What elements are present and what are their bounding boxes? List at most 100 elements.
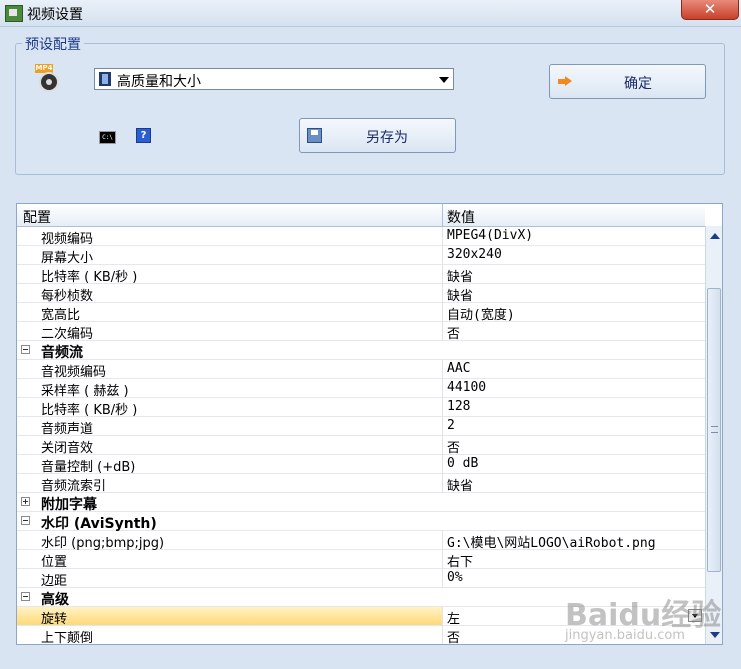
preset-select[interactable]: 高质量和大小 bbox=[94, 68, 454, 90]
cell-divider bbox=[442, 436, 443, 455]
preset-group-legend: 预设配置 bbox=[22, 34, 84, 54]
property-row[interactable]: 水印 (png;bmp;jpg) G:\模电\网站LOGO\aiRobot.png bbox=[17, 531, 705, 551]
collapse-icon[interactable] bbox=[21, 516, 30, 525]
save-as-button-label: 另存为 bbox=[366, 130, 408, 146]
property-row[interactable]: 音量控制 (+dB) 0 dB bbox=[17, 455, 705, 475]
category-row[interactable]: 水印 (AviSynth) bbox=[17, 512, 705, 532]
property-name: 音频流索引 bbox=[41, 479, 107, 494]
property-row[interactable]: 屏幕大小 320x240 bbox=[17, 246, 705, 266]
property-name: 上下颠倒 bbox=[41, 631, 94, 645]
close-button[interactable]: ✕ bbox=[681, 0, 739, 20]
cell-divider bbox=[442, 360, 443, 379]
property-value[interactable]: MPEG4(DivX) bbox=[447, 228, 533, 243]
column-header-config[interactable]: 配置 bbox=[23, 207, 51, 227]
category-label: 水印 (AviSynth) bbox=[41, 516, 157, 532]
category-row[interactable]: 音频流 bbox=[17, 341, 705, 361]
property-value[interactable]: 2 bbox=[447, 418, 455, 433]
cell-divider bbox=[442, 531, 443, 550]
cell-divider bbox=[442, 303, 443, 322]
cell-divider bbox=[442, 398, 443, 417]
cell-divider bbox=[442, 265, 443, 284]
ok-button[interactable]: 确定 bbox=[549, 64, 706, 99]
property-value[interactable]: 缺省 bbox=[447, 285, 473, 304]
app-icon bbox=[5, 5, 23, 22]
property-row[interactable]: 比特率 ( KB/秒 ) 缺省 bbox=[17, 265, 705, 285]
property-value[interactable]: G:\模电\网站LOGO\aiRobot.png bbox=[447, 532, 656, 551]
property-value[interactable]: 缺省 bbox=[447, 475, 473, 494]
property-row[interactable]: 视频编码 MPEG4(DivX) bbox=[17, 227, 705, 247]
property-value[interactable]: 0% bbox=[447, 570, 463, 585]
cell-divider bbox=[442, 227, 443, 246]
property-row[interactable]: 音频声道 2 bbox=[17, 417, 705, 437]
preset-group bbox=[15, 43, 725, 175]
command-prompt-icon[interactable]: C:\ bbox=[99, 131, 116, 144]
cell-divider bbox=[442, 474, 443, 493]
property-name: 采样率 ( 赫兹 ) bbox=[41, 384, 129, 399]
scrollbar-thumb[interactable] bbox=[707, 288, 721, 572]
property-name: 每秒桢数 bbox=[41, 289, 94, 304]
expand-icon[interactable] bbox=[21, 497, 30, 506]
collapse-icon[interactable] bbox=[21, 345, 30, 354]
property-name: 位置 bbox=[41, 555, 68, 570]
property-value[interactable]: 否 bbox=[447, 323, 460, 342]
cell-divider bbox=[442, 569, 443, 588]
category-label: 高级 bbox=[41, 592, 69, 608]
property-value[interactable]: 128 bbox=[447, 399, 470, 414]
property-value[interactable]: 44100 bbox=[447, 380, 486, 395]
property-name: 关闭音效 bbox=[41, 441, 94, 456]
property-value[interactable]: AAC bbox=[447, 361, 470, 376]
vertical-scrollbar[interactable] bbox=[705, 226, 722, 644]
collapse-icon[interactable] bbox=[21, 592, 30, 601]
property-name: 比特率 ( KB/秒 ) bbox=[41, 270, 138, 285]
property-name: 比特率 ( KB/秒 ) bbox=[41, 403, 138, 418]
help-icon[interactable]: ? bbox=[136, 128, 151, 143]
scroll-up-icon[interactable] bbox=[710, 233, 720, 239]
save-as-button[interactable]: 另存为 bbox=[299, 118, 456, 153]
property-value[interactable]: 右下 bbox=[447, 551, 473, 570]
category-label: 附加字幕 bbox=[41, 497, 97, 513]
property-name: 宽高比 bbox=[41, 308, 81, 323]
property-value[interactable]: 自动(宽度) bbox=[447, 304, 515, 323]
column-header-value[interactable]: 数值 bbox=[447, 207, 475, 227]
property-name: 视频编码 bbox=[41, 232, 94, 247]
property-row[interactable]: 边距 0% bbox=[17, 569, 705, 589]
preset-select-value: 高质量和大小 bbox=[117, 74, 201, 90]
property-row[interactable]: 位置 右下 bbox=[17, 550, 705, 570]
category-row[interactable]: 附加字幕 bbox=[17, 493, 705, 513]
grid-rows: 视频编码 MPEG4(DivX) 屏幕大小 320x240 比特率 ( KB/秒 ) 缺省… bbox=[17, 227, 705, 645]
property-name: 音视频编码 bbox=[41, 365, 107, 380]
column-divider[interactable] bbox=[442, 204, 443, 226]
property-row[interactable]: 关闭音效 否 bbox=[17, 436, 705, 456]
property-row[interactable]: 音频流索引 缺省 bbox=[17, 474, 705, 494]
property-row[interactable]: 每秒桢数 缺省 bbox=[17, 284, 705, 304]
save-disk-icon bbox=[307, 128, 322, 143]
property-name: 二次编码 bbox=[41, 327, 94, 342]
baidu-watermark: Baidu经验 jingyan.baidu.com bbox=[565, 590, 735, 650]
property-value[interactable]: 0 dB bbox=[447, 456, 478, 471]
grid-header: 配置 数值 bbox=[17, 204, 705, 227]
property-row[interactable]: 比特率 ( KB/秒 ) 128 bbox=[17, 398, 705, 418]
property-row[interactable]: 音视频编码 AAC bbox=[17, 360, 705, 380]
property-value[interactable]: 缺省 bbox=[447, 266, 473, 285]
film-reel-icon bbox=[39, 72, 59, 92]
watermark-sub: jingyan.baidu.com bbox=[565, 628, 685, 643]
property-row[interactable]: 二次编码 否 bbox=[17, 322, 705, 342]
cell-divider bbox=[442, 322, 443, 341]
film-icon bbox=[99, 72, 111, 86]
property-value[interactable]: 320x240 bbox=[447, 247, 502, 262]
property-value[interactable]: 左 bbox=[447, 608, 460, 627]
property-value[interactable]: 否 bbox=[447, 437, 460, 456]
property-name: 旋转 bbox=[41, 612, 68, 627]
property-name: 边距 bbox=[41, 574, 68, 589]
arrow-right-icon bbox=[558, 76, 572, 87]
cell-divider bbox=[442, 379, 443, 398]
property-value[interactable]: 否 bbox=[447, 627, 460, 644]
property-row[interactable]: 宽高比 自动(宽度) bbox=[17, 303, 705, 323]
property-name: 音频声道 bbox=[41, 422, 94, 437]
property-row[interactable]: 采样率 ( 赫兹 ) 44100 bbox=[17, 379, 705, 399]
window-title: 视频设置 bbox=[27, 7, 83, 23]
property-name: 水印 (png;bmp;jpg) bbox=[41, 536, 165, 551]
cell-divider bbox=[442, 626, 443, 644]
title-bar: 视频设置 ✕ bbox=[0, 0, 741, 27]
mp4-video-icon: MP4 bbox=[35, 64, 63, 94]
